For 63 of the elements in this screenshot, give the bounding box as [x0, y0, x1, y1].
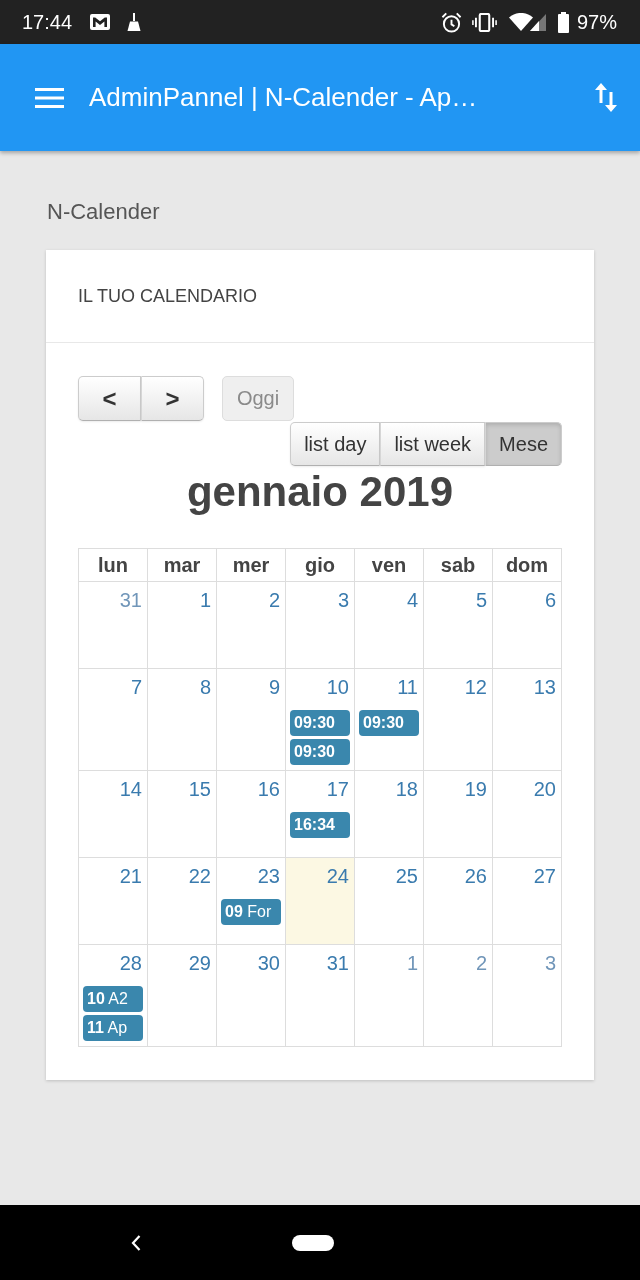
calendar-event[interactable]: 09:30	[290, 710, 350, 736]
day-number: 30	[256, 951, 281, 976]
day-number: 28	[118, 951, 143, 976]
calendar-event[interactable]: 09:30	[359, 710, 419, 736]
day-number: 23	[256, 864, 281, 889]
calendar-event[interactable]: 11 Ap	[83, 1015, 143, 1041]
day-number: 25	[394, 864, 419, 889]
mail-icon	[90, 14, 111, 30]
day-number: 27	[532, 864, 557, 889]
battery-percentage: 97%	[576, 10, 617, 34]
day-number: 14	[118, 777, 143, 802]
view-tab[interactable]: list week	[380, 422, 486, 466]
day-number: 13	[532, 675, 557, 700]
day-number: 20	[532, 777, 557, 802]
day-number: 9	[267, 675, 281, 700]
day-number: 1	[405, 951, 419, 976]
next-button[interactable]: >	[141, 376, 204, 421]
app-title: AdminPannel | N-Calender - Ap…	[89, 82, 479, 113]
day-number: 11	[396, 675, 419, 700]
day-number: 22	[187, 864, 212, 889]
day-number: 31	[118, 588, 143, 613]
back-icon[interactable]	[131, 1234, 141, 1251]
calendar-event[interactable]: 10 A2	[83, 986, 143, 1012]
day-number: 19	[463, 777, 488, 802]
view-tab[interactable]: list day	[290, 422, 381, 466]
view-tab[interactable]: Mese	[485, 422, 562, 466]
day-number: 6	[543, 588, 557, 613]
day-number: 8	[198, 675, 212, 700]
clock-time: 17:44	[22, 10, 73, 34]
home-button[interactable]	[292, 1234, 334, 1251]
card-title: IL TUO CALENDARIO	[78, 285, 258, 307]
day-number: 7	[129, 675, 143, 700]
day-number: 17	[325, 777, 350, 802]
day-number: 15	[187, 777, 212, 802]
day-number: 2	[267, 588, 281, 613]
month-title: gennaio 2019	[185, 467, 455, 517]
calendar-event[interactable]: 09:30	[290, 739, 350, 765]
up-down-arrows-icon[interactable]	[595, 83, 617, 112]
vibrate-icon	[471, 12, 497, 32]
menu-icon[interactable]	[35, 87, 64, 108]
day-number: 1	[198, 588, 212, 613]
day-number: 2	[474, 951, 488, 976]
broom-icon	[127, 13, 142, 31]
calendar-event[interactable]: 09 For	[221, 899, 281, 925]
day-number: 29	[187, 951, 212, 976]
day-number: 5	[474, 588, 488, 613]
previous-button[interactable]: <	[78, 376, 141, 421]
alarm-clock-icon	[440, 11, 462, 33]
day-number: 24	[325, 864, 350, 889]
day-number: 10	[325, 675, 350, 700]
day-number: 12	[463, 675, 488, 700]
day-number: 31	[325, 951, 350, 976]
day-number: 3	[336, 588, 350, 613]
calendar-event[interactable]: 16:34	[290, 812, 350, 838]
battery-icon	[557, 11, 569, 33]
day-number: 3	[543, 951, 557, 976]
signal-icon	[529, 13, 546, 31]
day-number: 18	[394, 777, 419, 802]
day-number: 21	[118, 864, 143, 889]
day-number: 4	[405, 588, 419, 613]
page-heading: N-Calender	[47, 199, 161, 225]
day-number: 16	[256, 777, 281, 802]
day-number: 26	[463, 864, 488, 889]
